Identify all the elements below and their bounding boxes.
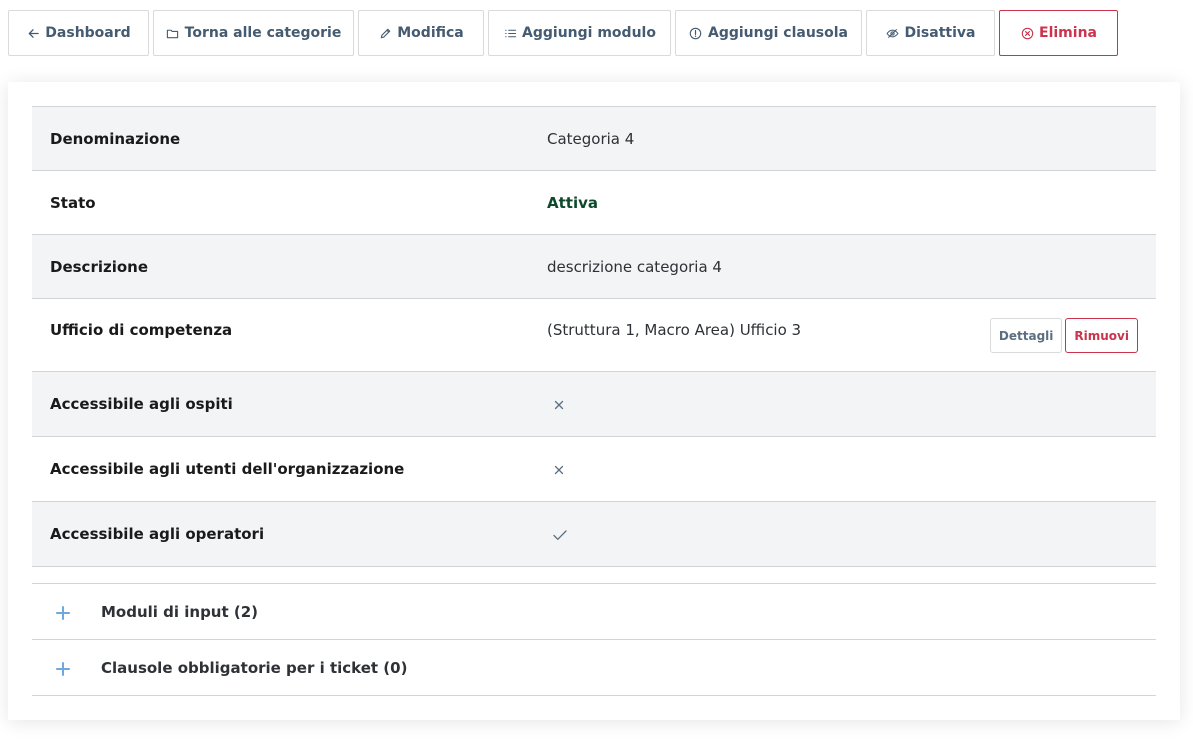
table-row: Descrizione descrizione categoria 4	[32, 235, 1156, 299]
eye-slash-icon	[886, 26, 900, 40]
plus-icon	[56, 605, 70, 620]
category-detail-card: Denominazione Categoria 4 Stato Attiva D…	[8, 82, 1180, 720]
dashboard-button-label: Dashboard	[45, 25, 131, 41]
table-row: Ufficio di competenza (Struttura 1, Macr…	[32, 299, 1156, 372]
dashboard-button[interactable]: Dashboard	[8, 10, 149, 56]
table-row: Accessibile agli ospiti	[32, 372, 1156, 437]
check-icon	[552, 529, 568, 541]
accordion-mandatory-clauses-title: Clausole obbligatorie per i ticket (0)	[101, 658, 408, 677]
table-row: Denominazione Categoria 4	[32, 107, 1156, 171]
accordion-input-modules[interactable]: Moduli di input (2)	[32, 584, 1156, 640]
guest-access-value	[547, 393, 565, 415]
add-clause-label: Aggiungi clausola	[707, 25, 848, 41]
back-to-categories-label: Torna alle categorie	[184, 25, 342, 41]
row-label-status: Stato	[50, 193, 96, 212]
cross-icon	[553, 464, 565, 476]
row-label-guest-access: Accessibile agli ospiti	[50, 395, 233, 413]
category-details-table: Denominazione Categoria 4 Stato Attiva D…	[32, 106, 1156, 567]
description-value: descrizione categoria 4	[547, 257, 722, 276]
category-name-value: Categoria 4	[547, 129, 635, 148]
details-accordion: Moduli di input (2) Clausole obbligatori…	[32, 583, 1156, 696]
edit-button-label: Modifica	[397, 25, 464, 41]
add-module-button[interactable]: Aggiungi modulo	[488, 10, 671, 56]
plus-icon	[56, 661, 70, 676]
back-to-categories-button[interactable]: Torna alle categorie	[153, 10, 354, 56]
deactivate-button[interactable]: Disattiva	[866, 10, 995, 56]
add-clause-button[interactable]: Aggiungi clausola	[675, 10, 862, 56]
office-actions: Dettagli Rimuovi	[989, 318, 1138, 353]
table-row: Stato Attiva	[32, 171, 1156, 235]
office-remove-button[interactable]: Rimuovi	[1065, 318, 1138, 353]
add-module-label: Aggiungi modulo	[522, 25, 656, 41]
delete-button[interactable]: Elimina	[999, 10, 1118, 56]
accordion-input-modules-title: Moduli di input (2)	[101, 602, 259, 621]
x-circle-icon	[1020, 26, 1034, 40]
table-row: Accessibile agli utenti dell'organizzazi…	[32, 437, 1156, 502]
arrow-left-icon	[26, 26, 40, 40]
folder-icon	[166, 26, 180, 40]
cross-icon	[553, 399, 565, 411]
row-label-org-users-access: Accessibile agli utenti dell'organizzazi…	[50, 460, 405, 478]
edit-button[interactable]: Modifica	[358, 10, 484, 56]
exclamation-circle-icon	[689, 26, 703, 40]
row-label-office: Ufficio di competenza	[50, 321, 233, 339]
delete-button-label: Elimina	[1039, 25, 1097, 41]
row-label-name: Denominazione	[50, 129, 181, 148]
pencil-icon	[378, 26, 392, 40]
org-users-access-value	[547, 458, 565, 480]
list-icon	[503, 26, 517, 40]
operators-access-value	[547, 523, 568, 545]
table-row: Accessibile agli operatori	[32, 502, 1156, 567]
action-toolbar: Dashboard Torna alle categorie Modifica …	[8, 10, 1118, 56]
row-label-operators-access: Accessibile agli operatori	[50, 525, 265, 543]
office-details-button[interactable]: Dettagli	[989, 318, 1063, 353]
status-badge: Attiva	[547, 193, 598, 212]
accordion-mandatory-clauses[interactable]: Clausole obbligatorie per i ticket (0)	[32, 640, 1156, 696]
deactivate-button-label: Disattiva	[904, 25, 976, 41]
office-value: (Struttura 1, Macro Area) Ufficio 3	[547, 321, 802, 339]
row-label-description: Descrizione	[50, 257, 149, 276]
